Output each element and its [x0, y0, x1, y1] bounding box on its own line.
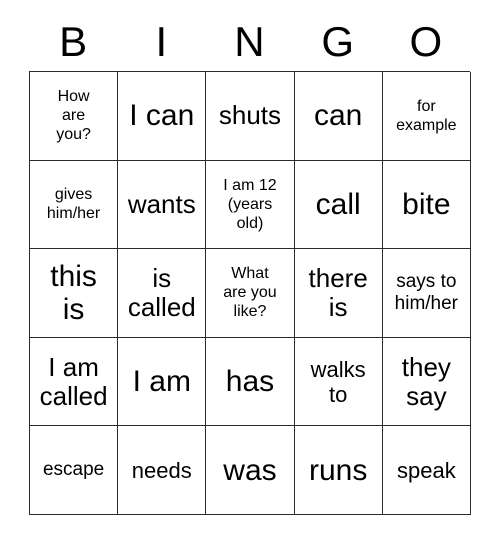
bingo-cell[interactable]: I am — [118, 337, 207, 427]
bingo-cell-label: I am — [132, 365, 191, 399]
bingo-cell[interactable]: call — [294, 160, 383, 250]
bingo-row: this is is called What are you like? the… — [30, 249, 471, 338]
bingo-cell[interactable]: How are you? — [30, 72, 119, 161]
bingo-cell[interactable]: I am called — [30, 337, 119, 427]
bingo-cell[interactable]: this is — [30, 249, 119, 338]
bingo-card: B I N G O How are you? I can shuts can f… — [29, 12, 471, 515]
bingo-cell[interactable]: for example — [382, 72, 471, 161]
bingo-header-letter-i: I — [155, 17, 168, 65]
bingo-cell-label: escape — [42, 459, 105, 481]
bingo-cell-label: has — [225, 365, 275, 399]
bingo-cell[interactable]: can — [294, 72, 383, 161]
bingo-cell[interactable]: runs — [294, 426, 383, 515]
bingo-cell[interactable]: What are you like? — [206, 249, 295, 338]
bingo-cell[interactable]: bite — [382, 160, 471, 250]
bingo-cell-label: there is — [308, 262, 368, 322]
bingo-cell-label: How are you? — [56, 88, 91, 144]
bingo-cell-label: needs — [131, 457, 192, 483]
bingo-header-letter-b: B — [59, 17, 88, 65]
bingo-cell[interactable]: has — [206, 337, 295, 427]
bingo-cell-label: they say — [401, 351, 451, 411]
bingo-cell-label: is called — [127, 262, 196, 322]
bingo-cell[interactable]: wants — [118, 160, 207, 250]
bingo-cell-label: was — [223, 453, 277, 487]
bingo-cell-label: wants — [127, 188, 196, 219]
bingo-header-letter-n: N — [234, 17, 265, 65]
bingo-grid: How are you? I can shuts can for example… — [29, 71, 471, 515]
bingo-header-letter-g: G — [321, 17, 354, 65]
bingo-cell[interactable]: I am 12 (years old) — [206, 160, 295, 250]
bingo-cell-label: for example — [396, 97, 457, 134]
bingo-row: I am called I am has walks to they say — [30, 337, 471, 427]
bingo-cell-label: this is — [50, 259, 97, 326]
bingo-cell[interactable]: escape — [30, 426, 119, 515]
bingo-cell-label: bite — [402, 187, 451, 221]
bingo-cell[interactable]: I can — [118, 72, 207, 161]
bingo-cell-label: I can — [129, 99, 195, 133]
bingo-cell-label: call — [315, 187, 361, 221]
bingo-cell-label: shuts — [218, 100, 282, 131]
bingo-cell[interactable]: says to him/her — [382, 249, 471, 338]
bingo-cell[interactable]: is called — [118, 249, 207, 338]
bingo-row: gives him/her wants I am 12 (years old) … — [30, 160, 471, 250]
bingo-cell-label: gives him/her — [46, 186, 101, 223]
bingo-cell-label: runs — [308, 453, 368, 487]
bingo-cell[interactable]: needs — [118, 426, 207, 515]
bingo-cell[interactable]: was — [206, 426, 295, 515]
bingo-cell-label: speak — [396, 457, 456, 483]
bingo-cell-label: walks to — [310, 356, 366, 407]
bingo-header-letter-o: O — [409, 17, 443, 65]
bingo-cell[interactable]: speak — [382, 426, 471, 515]
bingo-cell[interactable]: there is — [294, 249, 383, 338]
bingo-cell[interactable]: shuts — [206, 72, 295, 161]
bingo-cell-label: What are you like? — [223, 265, 277, 321]
bingo-cell-label: I am called — [39, 351, 108, 411]
bingo-cell[interactable]: gives him/her — [30, 160, 119, 250]
bingo-cell-label: says to him/her — [394, 270, 459, 314]
bingo-row: How are you? I can shuts can for example — [30, 72, 471, 161]
bingo-cell[interactable]: they say — [382, 337, 471, 427]
bingo-cell-label: I am 12 (years old) — [223, 176, 277, 232]
bingo-cell-label: can — [313, 99, 363, 133]
bingo-header-row: B I N G O — [29, 12, 470, 71]
bingo-row: escape needs was runs speak — [30, 426, 471, 515]
bingo-cell[interactable]: walks to — [294, 337, 383, 427]
